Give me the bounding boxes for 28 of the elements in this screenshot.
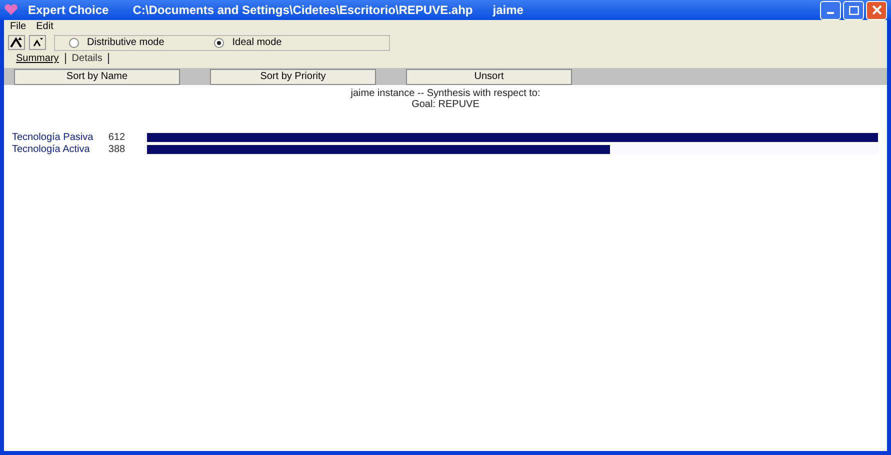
synthesis-heading: jaime instance -- Synthesis with respect to: — [350, 88, 542, 99]
mode-radio[interactable]: Distributive mode — [69, 37, 164, 48]
menu-item[interactable]: File — [10, 21, 26, 33]
close-icon — [872, 5, 882, 15]
priority-value: 612 — [108, 132, 126, 143]
sort-button[interactable]: Sort by Priority — [210, 68, 376, 84]
minimize-button[interactable] — [820, 0, 841, 20]
mode-radio[interactable]: Ideal mode — [214, 37, 282, 48]
heart-icon — [4, 4, 18, 16]
priority-value: 388 — [108, 144, 126, 155]
maximize-button[interactable] — [843, 0, 864, 20]
goal-label: Goal: REPUVE — [410, 99, 480, 110]
alternative-name: Tecnología Pasiva — [12, 132, 94, 143]
user-name: jaime — [492, 3, 524, 17]
font-increase-button[interactable] — [8, 35, 25, 50]
small-letter-icon — [32, 38, 43, 47]
font-decrease-button[interactable] — [29, 35, 46, 50]
maximize-icon — [848, 6, 858, 14]
large-letter-icon — [10, 37, 23, 48]
sort-button[interactable]: Sort by Name — [14, 68, 180, 84]
sort-button[interactable]: Unsort — [406, 68, 572, 84]
window-title: Expert Choice — [28, 3, 109, 17]
tab[interactable]: Details — [66, 53, 110, 64]
file-path: C:\Documents and Settings\Cidetes\Escritorio\REPUVE.ahp — [132, 3, 473, 17]
tab[interactable]: Summary — [10, 53, 66, 64]
menu-item[interactable]: Edit — [36, 21, 54, 33]
close-button[interactable] — [866, 0, 887, 20]
alternative-name: Tecnología Activa — [12, 144, 91, 155]
